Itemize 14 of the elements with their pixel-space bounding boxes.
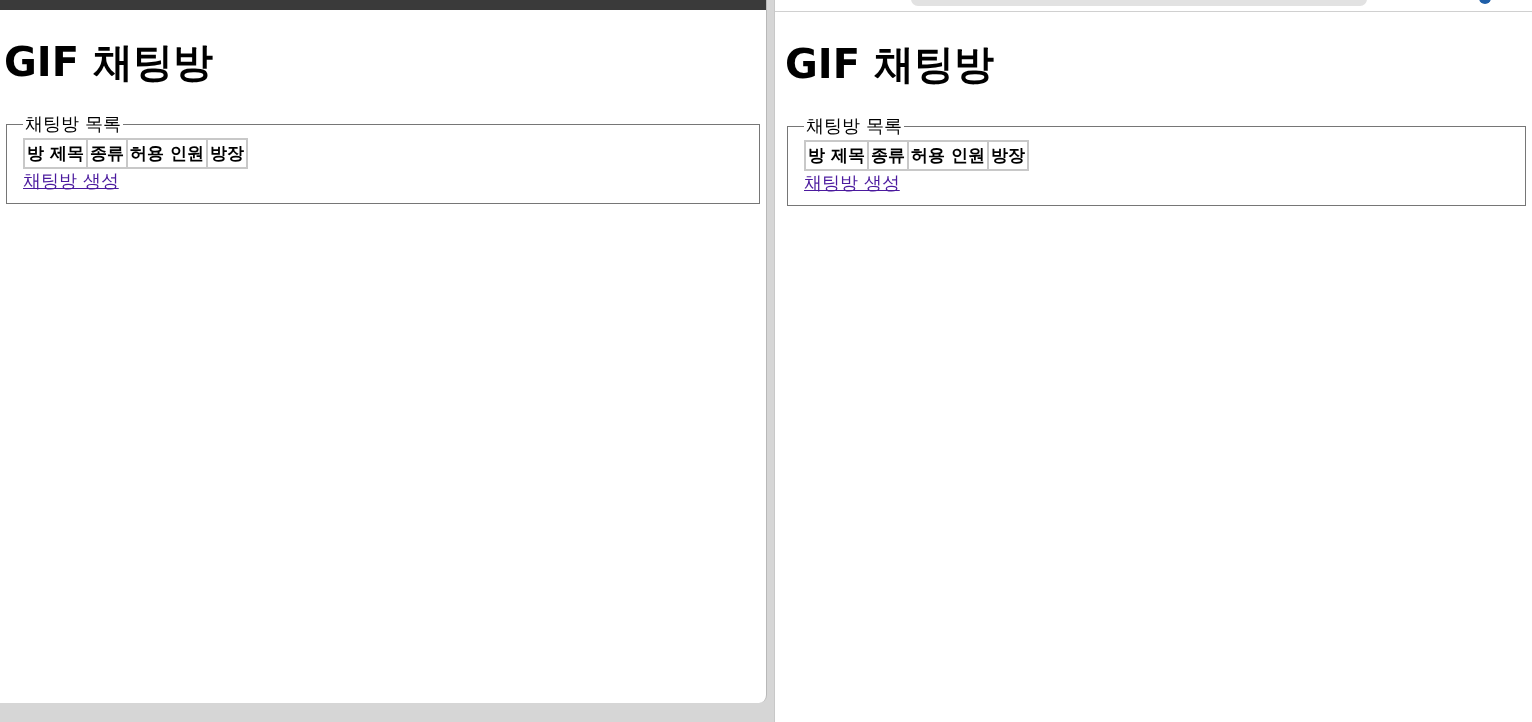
page-heading: GIF 채팅방 xyxy=(4,40,214,84)
group-legend: 채팅방 목록 xyxy=(804,114,904,138)
table-header-cell: 허용 인원 xyxy=(126,139,207,168)
table-header-cell: 방 제목 xyxy=(24,139,87,168)
table-header-cell: 방장 xyxy=(206,139,247,168)
create-room-link[interactable]: 채팅방 생성 xyxy=(804,171,900,195)
group-legend: 채팅방 목록 xyxy=(23,112,123,136)
create-room-link[interactable]: 채팅방 생성 xyxy=(23,169,119,193)
table-header-cell: 방 제목 xyxy=(805,141,868,170)
table-header-cell: 방장 xyxy=(987,141,1028,170)
table-header-cell: 종류 xyxy=(867,141,908,170)
page-heading: GIF 채팅방 xyxy=(785,42,995,86)
table-header-cell: 허용 인원 xyxy=(907,141,988,170)
table-header-cell: 종류 xyxy=(86,139,127,168)
